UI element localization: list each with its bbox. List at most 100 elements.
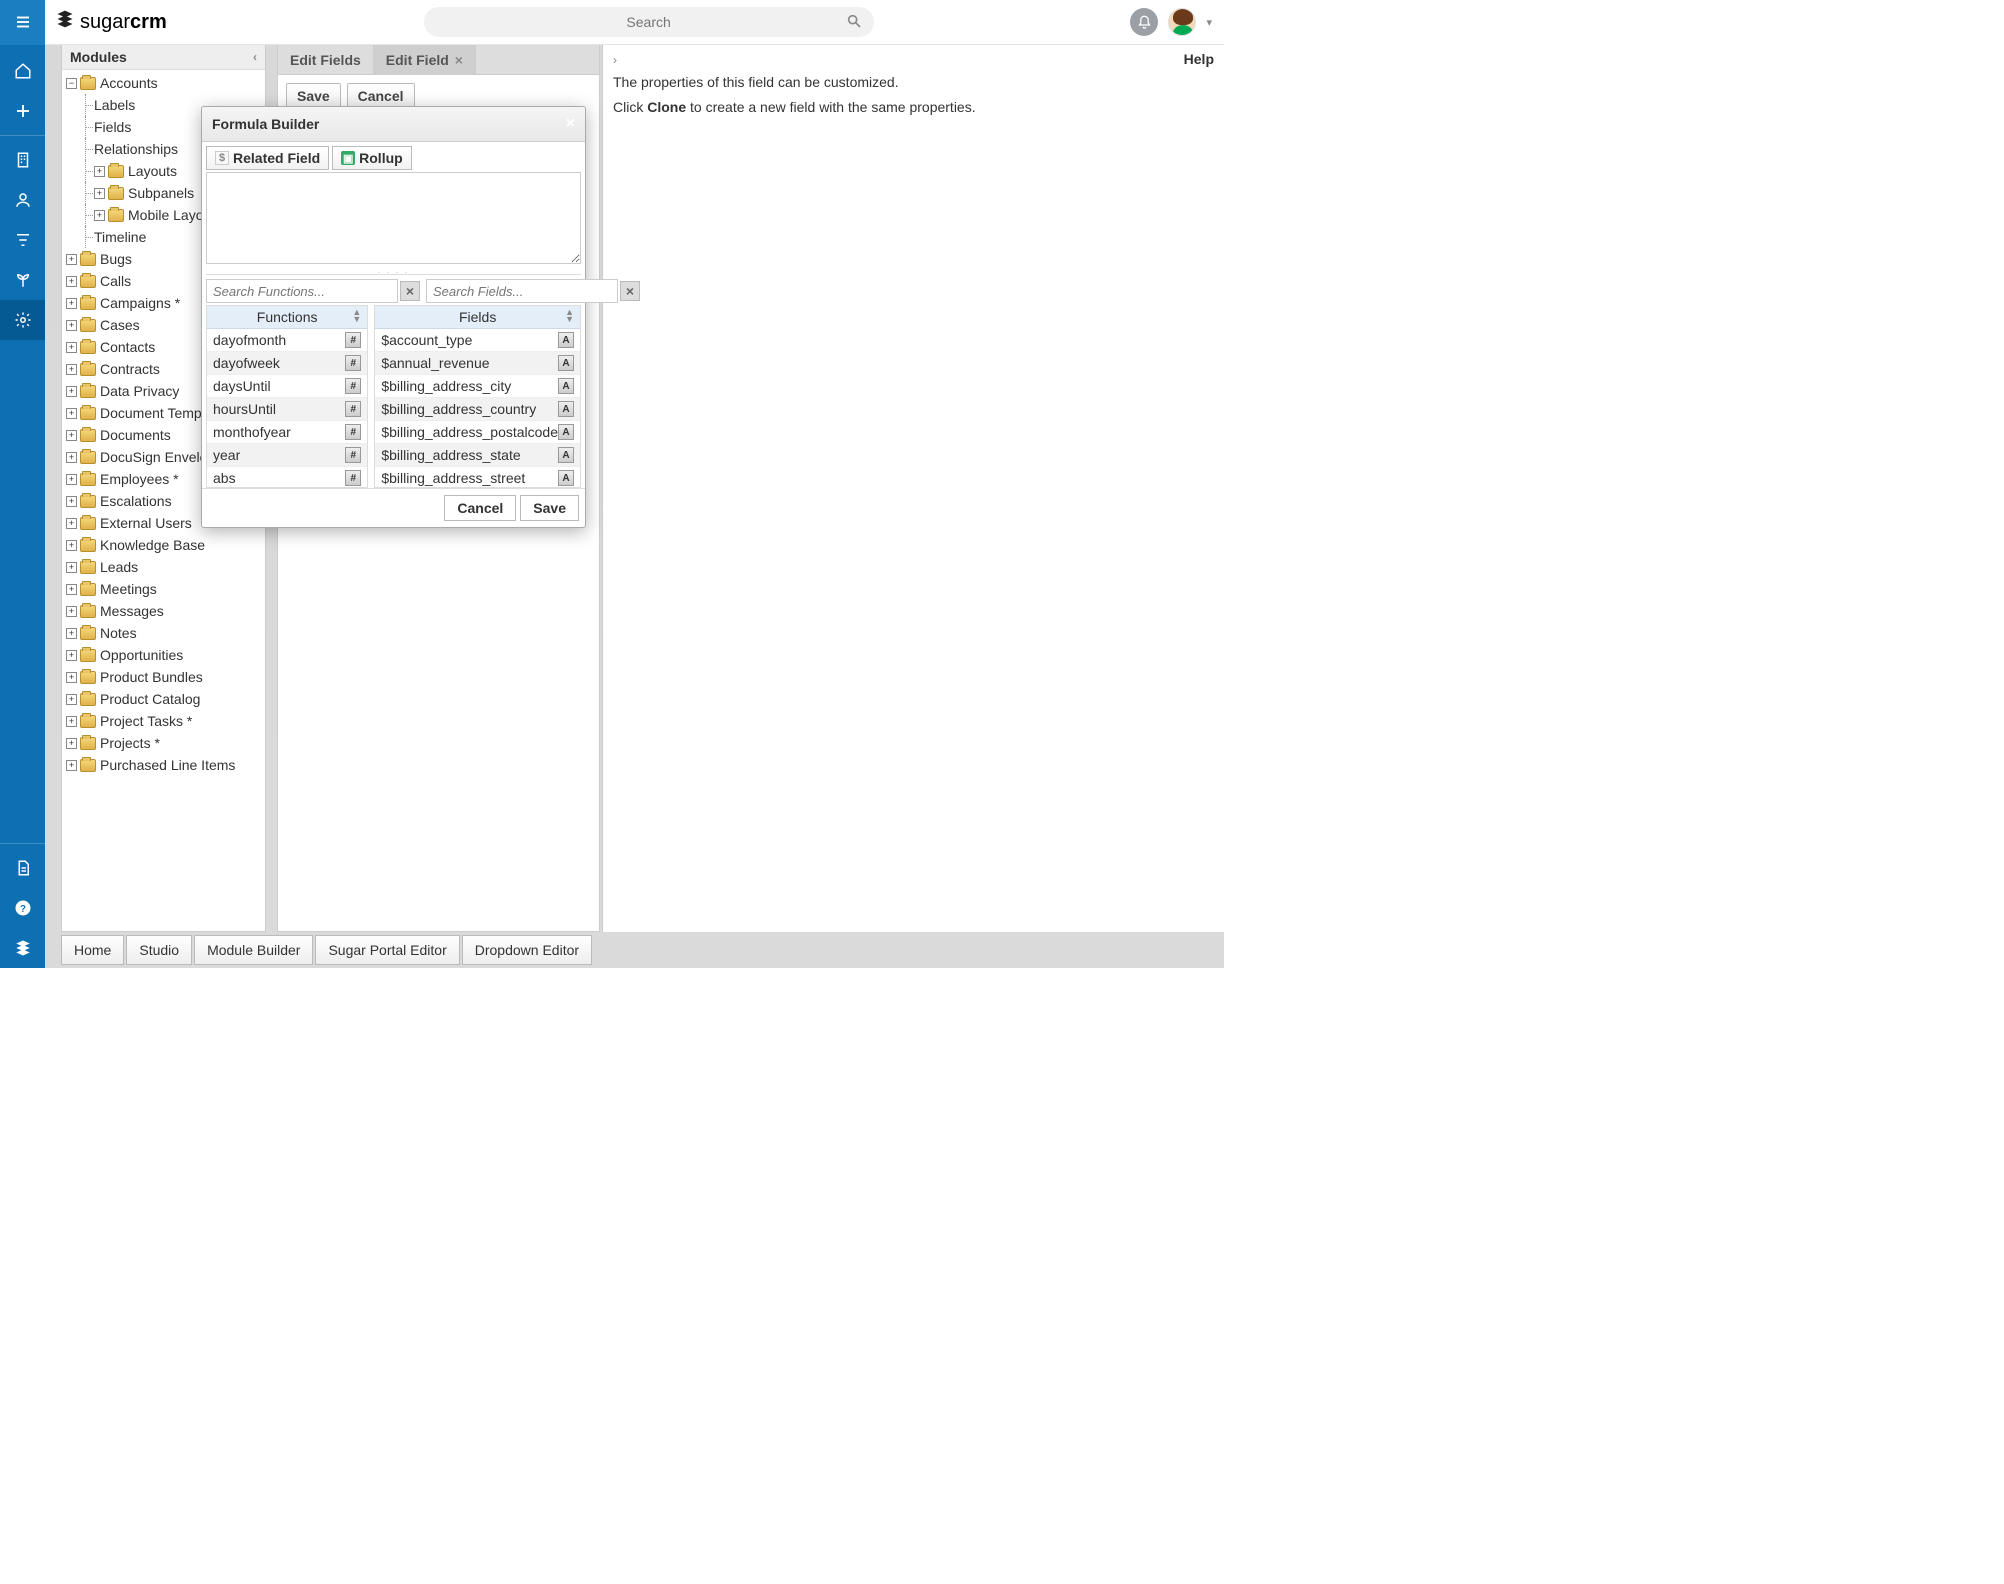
field-row[interactable]: $billing_address_countryA xyxy=(375,398,580,421)
tree-module-item[interactable]: Project Tasks * xyxy=(100,713,192,729)
resize-grip[interactable]: ∙ ∙ ∙ ∙ xyxy=(206,267,581,275)
tree-expander[interactable]: + xyxy=(66,320,77,331)
tree-expander[interactable]: + xyxy=(66,386,77,397)
tree-expander[interactable]: + xyxy=(66,298,77,309)
nav-home-icon[interactable] xyxy=(0,51,45,91)
tree-module-item[interactable]: Knowledge Base xyxy=(100,537,205,553)
tree-expander[interactable]: + xyxy=(66,606,77,617)
tree-expander[interactable]: + xyxy=(66,694,77,705)
global-search-input[interactable] xyxy=(436,14,862,30)
tree-module-item[interactable]: Notes xyxy=(100,625,137,641)
global-search[interactable] xyxy=(424,7,874,37)
function-row[interactable]: dayofweek# xyxy=(207,352,367,375)
tree-module-item[interactable]: Contacts xyxy=(100,339,155,355)
search-fields-input[interactable] xyxy=(426,279,618,303)
tree-module-item[interactable]: Data Privacy xyxy=(100,383,179,399)
modal-save-button[interactable]: Save xyxy=(520,495,579,521)
tree-expander[interactable]: + xyxy=(66,342,77,353)
related-field-button[interactable]: $ Related Field xyxy=(206,146,329,170)
tree-expander[interactable]: + xyxy=(66,562,77,573)
function-row[interactable]: hoursUntil# xyxy=(207,398,367,421)
brand-logo[interactable]: sugarcrm xyxy=(55,9,167,35)
tree-module-item[interactable]: Contracts xyxy=(100,361,160,377)
function-row[interactable]: abs# xyxy=(207,467,367,487)
nav-settings-icon[interactable] xyxy=(0,300,45,340)
tab-edit-fields[interactable]: Edit Fields xyxy=(278,45,374,75)
modal-close-icon[interactable]: × xyxy=(566,115,575,133)
tree-child-item[interactable]: Layouts xyxy=(128,163,177,179)
sort-icon[interactable]: ▲▼ xyxy=(565,309,574,323)
tree-module-item[interactable]: Leads xyxy=(100,559,138,575)
function-row[interactable]: year# xyxy=(207,444,367,467)
bottom-tab-module-builder[interactable]: Module Builder xyxy=(194,935,313,965)
tree-expander[interactable]: + xyxy=(66,628,77,639)
modules-collapse-icon[interactable]: ‹ xyxy=(253,50,257,64)
field-row[interactable]: $billing_address_stateA xyxy=(375,444,580,467)
bottom-tab-dropdown-editor[interactable]: Dropdown Editor xyxy=(462,935,592,965)
nav-help-icon[interactable]: ? xyxy=(0,888,45,928)
tree-module-item[interactable]: Projects * xyxy=(100,735,160,751)
tree-expander[interactable]: + xyxy=(66,474,77,485)
nav-add-icon[interactable] xyxy=(0,91,45,131)
tree-expander[interactable]: + xyxy=(94,188,105,199)
tree-module-item[interactable]: Calls xyxy=(100,273,131,289)
tree-expander[interactable]: + xyxy=(66,650,77,661)
tree-expander[interactable]: + xyxy=(66,496,77,507)
formula-textarea[interactable] xyxy=(206,172,581,264)
tab-close-icon[interactable]: × xyxy=(455,52,463,68)
tree-expander[interactable]: + xyxy=(66,276,77,287)
bottom-tab-studio[interactable]: Studio xyxy=(126,935,192,965)
tree-module-item[interactable]: Product Bundles xyxy=(100,669,203,685)
tree-module-item[interactable]: Employees * xyxy=(100,471,179,487)
nav-document-icon[interactable] xyxy=(0,848,45,888)
tree-module-item[interactable]: Meetings xyxy=(100,581,157,597)
tree-expander[interactable]: + xyxy=(66,364,77,375)
bottom-tab-sugar-portal-editor[interactable]: Sugar Portal Editor xyxy=(315,935,459,965)
tree-module-item[interactable]: Escalations xyxy=(100,493,172,509)
tree-expander[interactable]: + xyxy=(66,760,77,771)
tree-module-item[interactable]: Documents xyxy=(100,427,171,443)
modal-cancel-button[interactable]: Cancel xyxy=(444,495,516,521)
hamburger-menu[interactable] xyxy=(0,0,45,45)
function-row[interactable]: dayofmonth# xyxy=(207,329,367,352)
tree-child-item[interactable]: Fields xyxy=(94,119,131,135)
tab-edit-field[interactable]: Edit Field× xyxy=(374,45,476,75)
user-menu-chevron[interactable]: ▾ xyxy=(1206,16,1212,29)
fields-header[interactable]: Fields ▲▼ xyxy=(375,306,580,329)
field-row[interactable]: $annual_revenueA xyxy=(375,352,580,375)
tree-expander[interactable]: + xyxy=(94,210,105,221)
tree-module-item[interactable]: Bugs xyxy=(100,251,132,267)
field-row[interactable]: $account_typeA xyxy=(375,329,580,352)
tree-child-item[interactable]: Relationships xyxy=(94,141,178,157)
tree-expander[interactable]: + xyxy=(94,166,105,177)
tree-child-item[interactable]: Timeline xyxy=(94,229,146,245)
function-row[interactable]: daysUntil# xyxy=(207,375,367,398)
tree-child-item[interactable]: Labels xyxy=(94,97,135,113)
tree-module-item[interactable]: Purchased Line Items xyxy=(100,757,235,773)
tree-expander[interactable]: + xyxy=(66,672,77,683)
nav-growth-icon[interactable] xyxy=(0,260,45,300)
tree-expander[interactable]: + xyxy=(66,518,77,529)
notifications-button[interactable] xyxy=(1130,8,1158,36)
tree-module-item[interactable]: Campaigns * xyxy=(100,295,180,311)
function-row[interactable]: monthofyear# xyxy=(207,421,367,444)
functions-header[interactable]: Functions ▲▼ xyxy=(207,306,367,329)
clear-functions-search-icon[interactable]: × xyxy=(400,281,420,301)
tree-module-item[interactable]: Product Catalog xyxy=(100,691,200,707)
field-row[interactable]: $billing_address_cityA xyxy=(375,375,580,398)
tree-expander[interactable]: + xyxy=(66,430,77,441)
bottom-tab-home[interactable]: Home xyxy=(61,935,124,965)
nav-filter-icon[interactable] xyxy=(0,220,45,260)
tree-module-item[interactable]: Opportunities xyxy=(100,647,183,663)
rollup-button[interactable]: ▣ Rollup xyxy=(332,146,412,170)
field-row[interactable]: $billing_address_postalcodeA xyxy=(375,421,580,444)
tree-item-accounts[interactable]: Accounts xyxy=(100,75,158,91)
tree-expander[interactable]: + xyxy=(66,584,77,595)
tree-module-item[interactable]: External Users xyxy=(100,515,192,531)
tree-expander[interactable]: + xyxy=(66,738,77,749)
tree-expander[interactable]: + xyxy=(66,716,77,727)
sort-icon[interactable]: ▲▼ xyxy=(352,309,361,323)
search-functions-input[interactable] xyxy=(206,279,398,303)
field-row[interactable]: $billing_address_streetA xyxy=(375,467,580,487)
clear-fields-search-icon[interactable]: × xyxy=(620,281,640,301)
